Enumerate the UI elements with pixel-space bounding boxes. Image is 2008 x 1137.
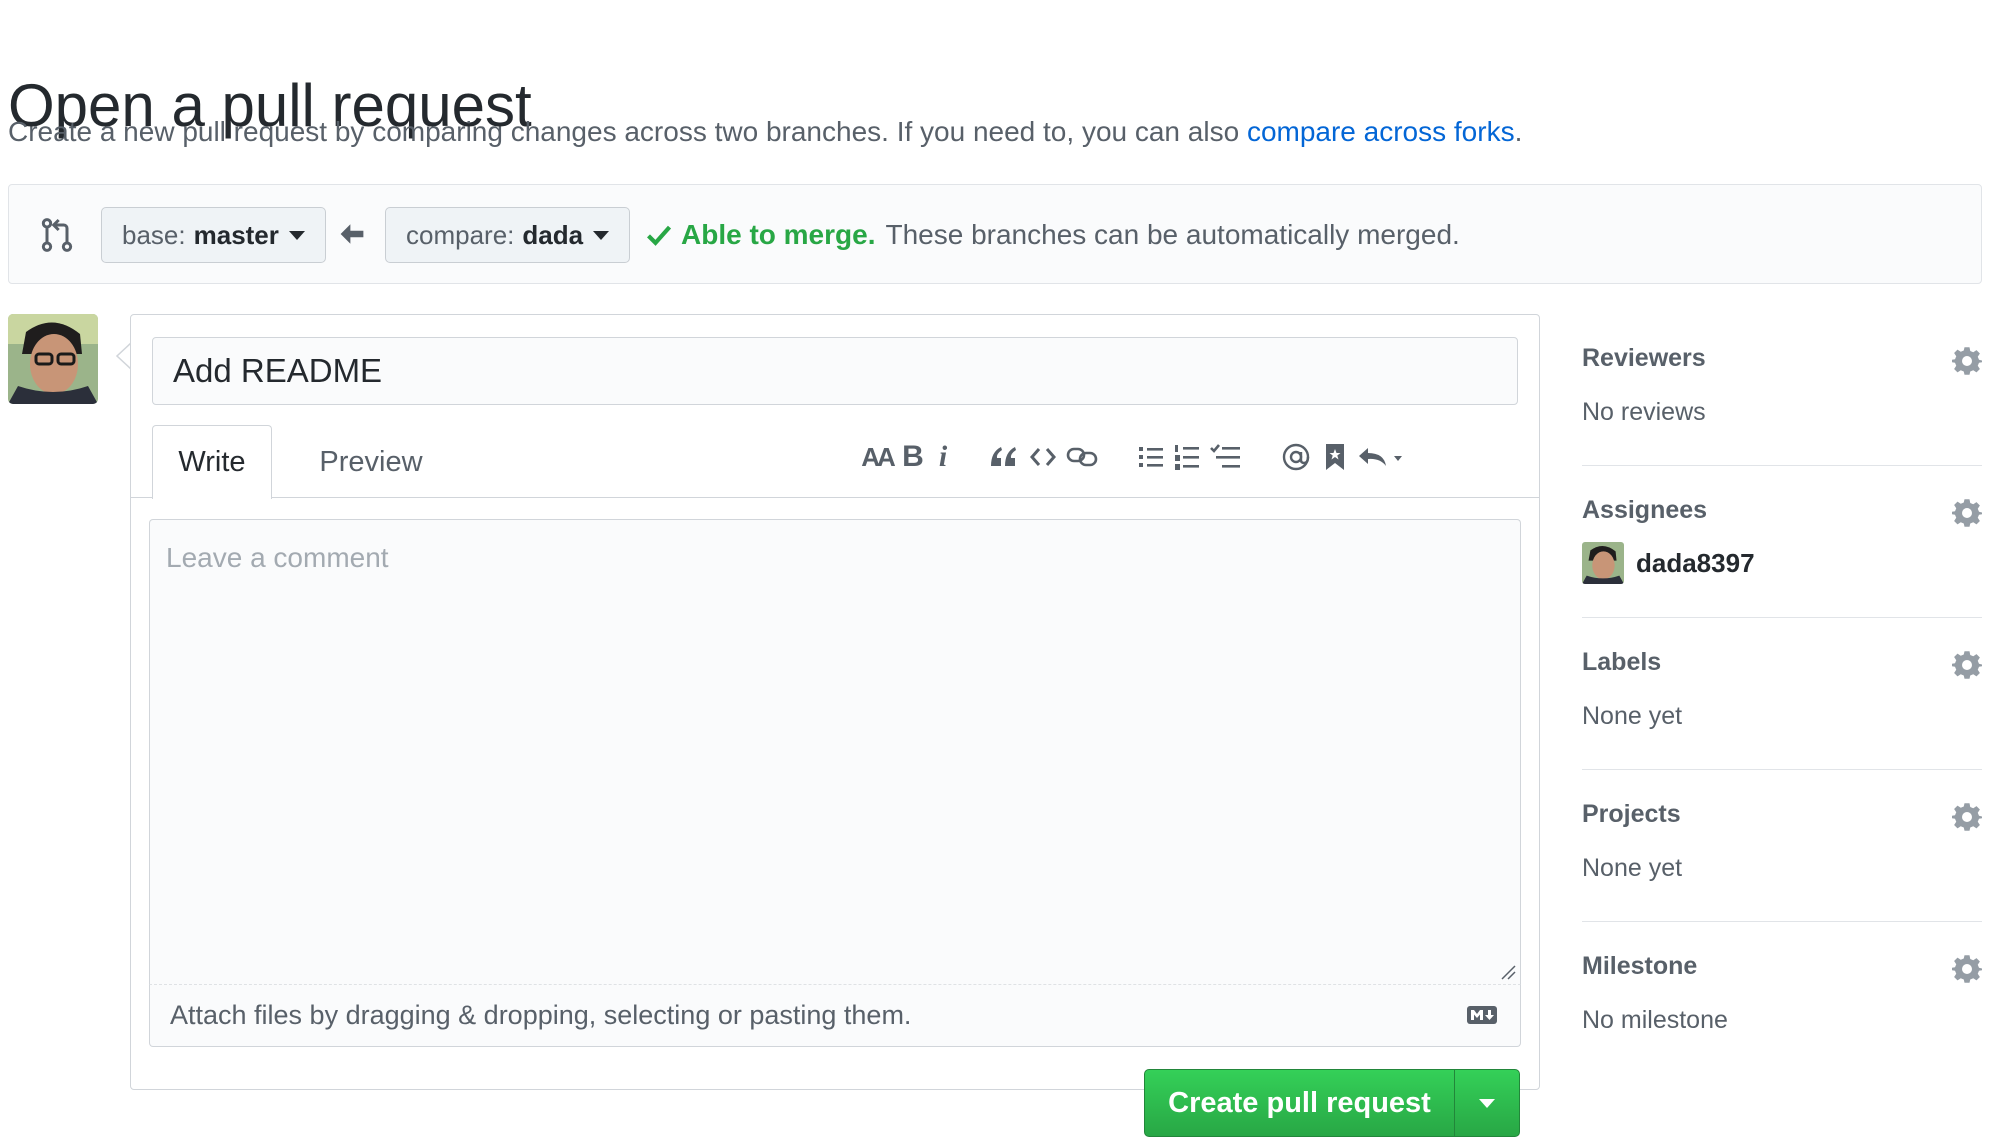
sidebar-reviewers: Reviewers No reviews — [1582, 314, 1982, 466]
italic-icon[interactable]: i — [931, 437, 955, 477]
create-pull-request-label: Create pull request — [1145, 1070, 1455, 1136]
new-pr-form: Add README Write Preview AA B i Leave a … — [130, 314, 1540, 1137]
arrow-left-icon — [340, 224, 364, 244]
labels-heading[interactable]: Labels — [1582, 648, 1661, 677]
subtitle-text: Create a new pull request by comparing c… — [8, 116, 1247, 147]
milestone-heading[interactable]: Milestone — [1582, 952, 1697, 981]
page: Open a pull request Create a new pull re… — [0, 0, 2008, 1137]
compare-across-forks-link[interactable]: compare across forks — [1247, 116, 1515, 147]
check-icon — [647, 225, 672, 246]
chevron-down-icon — [288, 230, 305, 240]
subtitle-end: . — [1514, 116, 1523, 147]
bold-label: B — [902, 440, 924, 473]
mention-icon[interactable] — [1279, 437, 1313, 477]
avatar-image — [8, 314, 98, 404]
italic-label: i — [938, 440, 948, 473]
assignee-item[interactable]: dada8397 — [1582, 542, 1755, 584]
base-prefix: base: — [122, 219, 186, 250]
milestone-value: No milestone — [1582, 1006, 1728, 1034]
reply-dropdown-icon[interactable] — [1355, 437, 1411, 477]
gear-icon[interactable] — [1952, 802, 1982, 832]
gear-icon[interactable] — [1952, 954, 1982, 984]
unordered-list-icon[interactable] — [1135, 437, 1167, 477]
create-options-dropdown[interactable] — [1455, 1070, 1519, 1136]
merge-description: These branches can be automatically merg… — [885, 219, 1460, 250]
assignee-username: dada8397 — [1636, 547, 1755, 578]
task-list-icon[interactable] — [1209, 437, 1243, 477]
gear-icon[interactable] — [1952, 650, 1982, 680]
resize-handle-icon[interactable] — [1498, 962, 1516, 980]
pr-sidebar: Reviewers No reviews Assignees dada8397 … — [1582, 314, 1982, 1074]
bold-icon[interactable]: B — [899, 437, 927, 477]
tab-write[interactable]: Write — [152, 425, 272, 499]
page-subtitle: Create a new pull request by comparing c… — [8, 112, 1522, 152]
chevron-down-icon — [593, 230, 610, 240]
gear-icon[interactable] — [1952, 498, 1982, 528]
sidebar-labels: Labels None yet — [1582, 618, 1982, 770]
projects-heading[interactable]: Projects — [1582, 800, 1681, 829]
compare-branch-name: dada — [522, 219, 584, 250]
saved-reply-icon[interactable] — [1321, 437, 1349, 477]
assignees-heading[interactable]: Assignees — [1582, 496, 1707, 525]
reviewers-value: No reviews — [1582, 398, 1706, 426]
chevron-down-icon — [1479, 1098, 1495, 1108]
base-branch-select[interactable]: base: master — [101, 207, 326, 263]
projects-value: None yet — [1582, 854, 1683, 882]
merge-ok-text: Able to merge. — [681, 219, 876, 250]
create-pull-request-button[interactable]: Create pull request — [1144, 1069, 1520, 1137]
attach-files-text: Attach files by dragging & dropping, sel… — [170, 1000, 912, 1030]
labels-value: None yet — [1582, 702, 1683, 730]
link-icon[interactable] — [1065, 437, 1099, 477]
quote-icon[interactable] — [987, 437, 1019, 477]
pr-title-input[interactable]: Add README — [152, 337, 1518, 405]
git-pull-request-icon — [41, 218, 73, 252]
base-branch-name: master — [193, 219, 279, 250]
code-icon[interactable] — [1027, 437, 1059, 477]
sidebar-milestone: Milestone No milestone — [1582, 922, 1982, 1074]
reviewers-heading[interactable]: Reviewers — [1582, 344, 1706, 373]
text-size-icon[interactable]: AA — [859, 437, 896, 477]
file-attachment-area[interactable]: Attach files by dragging & dropping, sel… — [149, 985, 1521, 1047]
avatar[interactable] — [8, 314, 98, 404]
text-size-label: AA — [861, 441, 896, 472]
gear-icon[interactable] — [1952, 346, 1982, 376]
compare-range-bar: base: master compare: dada Able to merge… — [8, 184, 1982, 284]
tab-preview[interactable]: Preview — [301, 425, 441, 499]
ordered-list-icon[interactable] — [1171, 437, 1203, 477]
markdown-icon[interactable] — [1466, 1005, 1498, 1025]
comment-placeholder: Leave a comment — [166, 542, 389, 573]
assignee-avatar — [1582, 542, 1624, 584]
compare-branch-select[interactable]: compare: dada — [385, 207, 631, 263]
merge-status: Able to merge. These branches can be aut… — [645, 211, 1460, 259]
sidebar-projects: Projects None yet — [1582, 770, 1982, 922]
comment-textarea[interactable]: Leave a comment — [149, 519, 1521, 985]
compare-prefix: compare: — [406, 219, 515, 250]
sidebar-assignees: Assignees dada8397 — [1582, 466, 1982, 618]
